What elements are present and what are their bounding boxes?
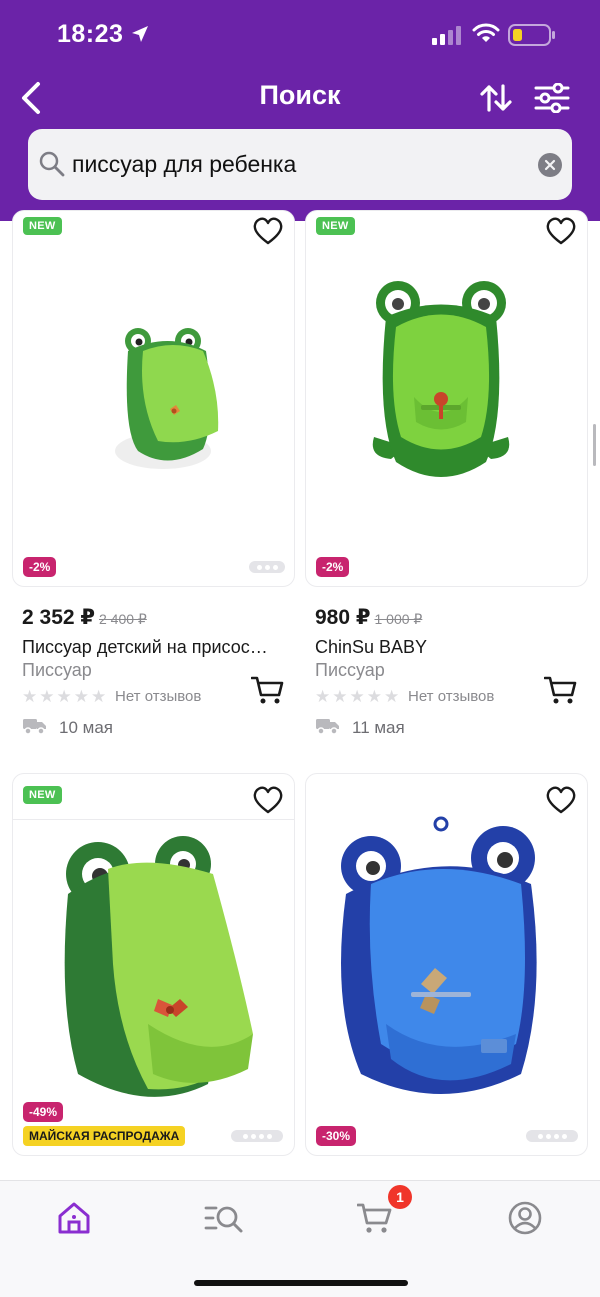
cart-icon [251, 676, 284, 704]
product-image-frog-urinal [64, 836, 253, 1097]
wifi-icon [472, 23, 500, 42]
product-card-image[interactable]: -30% [305, 773, 588, 1156]
sort-icon [480, 84, 512, 112]
home-indicator [194, 1280, 408, 1286]
truck-icon [316, 719, 339, 735]
reviews-count: Нет отзывов [408, 688, 495, 705]
favorite-button[interactable] [544, 784, 578, 816]
tab-profile[interactable] [500, 1195, 550, 1241]
product-category: Писсуар [22, 660, 92, 680]
rating-stars: ★ ★ ★ ★ ★ [315, 687, 400, 706]
product-image-frog-urinal [372, 281, 510, 477]
sale-badge: МАЙСКАЯ РАСПРОДАЖА [23, 1126, 186, 1146]
clear-search-button[interactable] [538, 153, 562, 177]
search-icon [39, 151, 65, 177]
product-card-image[interactable]: NEW -2% [305, 210, 588, 587]
image-pager-dots[interactable] [249, 561, 285, 573]
image-pager-dots[interactable] [231, 1130, 283, 1142]
favorite-button[interactable] [251, 215, 285, 247]
favorite-button[interactable] [544, 215, 578, 247]
tab-home[interactable] [49, 1195, 99, 1241]
new-badge: NEW [23, 217, 62, 235]
search-input[interactable] [72, 141, 522, 187]
status-bar: 18:23 [0, 0, 600, 70]
battery-icon [508, 24, 555, 46]
header: 18:23 Поиск [0, 0, 600, 221]
heart-icon [253, 786, 283, 814]
image-divider [13, 819, 294, 820]
discount-badge: -2% [316, 557, 350, 577]
profile-icon [508, 1201, 542, 1235]
catalog-search-icon [204, 1206, 243, 1233]
filter-icon [534, 83, 570, 113]
reviews-count: Нет отзывов [115, 688, 202, 705]
back-button[interactable] [14, 78, 48, 118]
sort-button[interactable] [476, 78, 516, 118]
add-to-cart-button[interactable] [249, 672, 287, 708]
discount-badge: -49% [23, 1102, 64, 1122]
product-price: 2 352 ₽2 400 ₽ [22, 606, 147, 629]
product-name[interactable]: Писсуар детский на присос… [22, 637, 288, 658]
cart-count-badge: 1 [388, 1185, 412, 1209]
filter-button[interactable] [532, 78, 572, 118]
delivery-date: 10 мая [59, 718, 113, 737]
location-arrow-icon [132, 26, 148, 42]
scroll-indicator[interactable] [593, 424, 596, 466]
back-icon [22, 82, 40, 114]
delivery-date: 11 мая [352, 718, 405, 737]
cellular-signal-icon [432, 26, 461, 45]
new-badge: NEW [23, 786, 62, 804]
new-badge: NEW [316, 217, 355, 235]
cart-icon [357, 1203, 392, 1233]
rating-stars: ★ ★ ★ ★ ★ [22, 687, 107, 706]
product-card-image[interactable]: NEW -49% МАЙСКАЯ РАСПРОДАЖА [12, 773, 295, 1156]
heart-icon [546, 217, 576, 245]
product-name[interactable]: ChinSu BABY [315, 637, 581, 658]
old-price: 1 000 ₽ [374, 611, 423, 627]
cart-icon [544, 676, 577, 704]
nav-bar: Поиск [0, 70, 600, 126]
image-pager-dots[interactable] [526, 1130, 578, 1142]
home-icon [58, 1202, 90, 1234]
favorite-button[interactable] [251, 784, 285, 816]
truck-icon [23, 719, 46, 735]
old-price: 2 400 ₽ [99, 611, 147, 627]
tab-catalog-search[interactable] [199, 1195, 249, 1241]
heart-icon [253, 217, 283, 245]
product-image-frog-urinal [341, 816, 537, 1094]
heart-icon [546, 786, 576, 814]
discount-badge: -30% [316, 1126, 357, 1146]
add-to-cart-button[interactable] [542, 672, 580, 708]
status-time: 18:23 [57, 20, 124, 48]
product-category: Писсуар [315, 660, 385, 680]
discount-badge: -2% [23, 557, 57, 577]
product-image-frog-urinal [115, 328, 219, 469]
product-card-image[interactable]: NEW -2% [12, 210, 295, 587]
clear-icon [544, 159, 556, 171]
search-box[interactable] [28, 129, 572, 200]
product-price: 980 ₽1 000 ₽ [315, 606, 423, 629]
